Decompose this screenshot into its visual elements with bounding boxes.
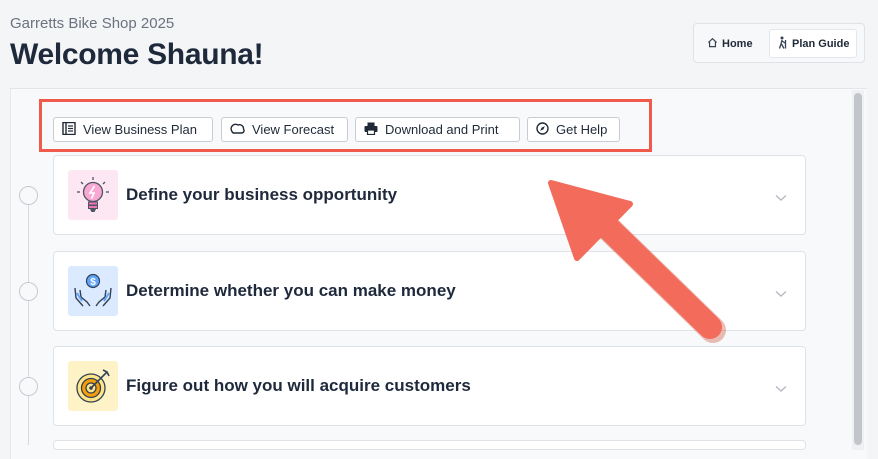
callout-arrow xyxy=(548,180,726,343)
